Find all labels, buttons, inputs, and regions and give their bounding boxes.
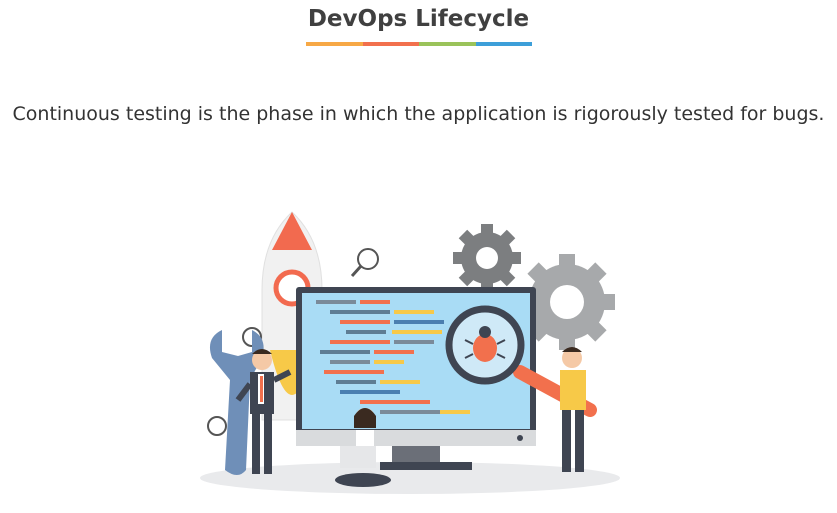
magnifier-icon xyxy=(350,248,379,278)
slide-caption: Continuous testing is the phase in which… xyxy=(12,103,825,125)
slide-title: DevOps Lifecycle xyxy=(307,6,530,32)
title-underline xyxy=(306,42,532,46)
person-man-yellow xyxy=(560,347,586,472)
small-gear-icon xyxy=(207,416,227,436)
gear-icon xyxy=(453,224,521,292)
continuous-testing-illustration xyxy=(200,211,620,494)
